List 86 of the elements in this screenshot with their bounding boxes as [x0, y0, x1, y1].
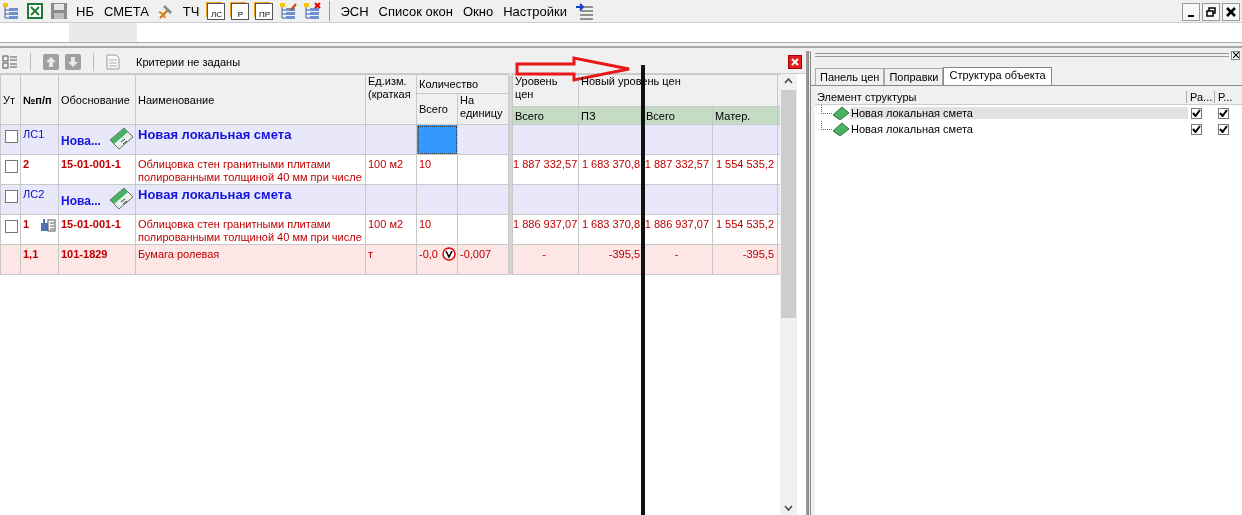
price-value: 1 683 370,8	[581, 158, 640, 170]
scroll-down-icon[interactable]	[784, 505, 793, 511]
unit-value: 100 м2	[368, 158, 404, 170]
unit-value: т	[368, 248, 374, 260]
menu-item[interactable]: ЭСН	[338, 3, 371, 19]
checkbox[interactable]	[1191, 107, 1202, 119]
checkbox[interactable]	[5, 160, 18, 173]
scroll-thumb[interactable]	[781, 90, 796, 318]
price-value: -395,5	[608, 248, 640, 260]
spreadsheet-icon[interactable]	[26, 2, 44, 20]
minimize-button[interactable]	[1182, 3, 1200, 21]
column-header[interactable]: Элемент структуры	[815, 90, 1186, 103]
row-number: ЛС2	[23, 188, 45, 200]
price-value: 1 683 370,8	[581, 218, 640, 230]
save-icon[interactable]	[50, 2, 68, 20]
item-name: Новая локальная смета	[138, 187, 292, 202]
scroll-up-icon[interactable]	[784, 78, 793, 84]
close-button[interactable]	[1231, 50, 1240, 60]
tree-delete-icon[interactable]	[303, 2, 322, 20]
menu-item[interactable]: Настройки	[501, 3, 569, 19]
checkbox[interactable]	[1218, 123, 1229, 135]
price-value: -395,5	[742, 248, 775, 260]
price-value: 1 554 535,2	[715, 158, 775, 170]
price-value: 1 886 937,07	[513, 218, 578, 230]
tree-icon[interactable]	[2, 2, 20, 20]
tab[interactable]: Поправки	[884, 68, 944, 85]
checkbox[interactable]	[5, 220, 18, 233]
price-value: 1 887 332,57	[513, 158, 578, 170]
basis-code: Нова...	[61, 194, 101, 208]
close-icon	[791, 58, 799, 66]
close-button[interactable]	[1222, 3, 1240, 21]
row-number: 1	[23, 218, 30, 230]
restore-button[interactable]	[1202, 3, 1220, 21]
book-icon	[832, 122, 850, 136]
quantity-value: 10	[419, 158, 432, 170]
tree-edit-icon[interactable]	[279, 2, 298, 20]
row-number: ЛС1	[23, 128, 45, 140]
item-name: Бумага ролевая	[138, 248, 220, 260]
minimize-icon	[1188, 15, 1194, 17]
tab[interactable]: Панель цен	[815, 68, 885, 85]
checkbox[interactable]	[5, 190, 18, 203]
hammer-icon[interactable]	[156, 2, 175, 20]
quantity-value: -0,007	[460, 248, 492, 260]
checkbox[interactable]	[1218, 107, 1229, 119]
column-header[interactable]: Ут	[3, 93, 18, 106]
price-value: 1 886 937,07	[644, 218, 709, 230]
basis-code: 15-01-001-1	[61, 218, 121, 230]
close-icon	[1226, 7, 1236, 17]
item-name: Облицовка стен гранитными плитами полированными толщиной 40 мм при числе	[138, 218, 362, 243]
book-icon	[108, 186, 134, 210]
filter-criteria: Критерии не заданы	[136, 56, 241, 68]
list-view-icon[interactable]	[2, 54, 18, 70]
item-name: Новая локальная смета	[138, 127, 292, 142]
unit-value: 100 м2	[368, 218, 404, 230]
book-icon	[108, 126, 134, 150]
menu-item[interactable]: Список окон	[376, 3, 455, 19]
document-button[interactable]: ПР	[255, 2, 274, 20]
price-value: 1 554 535,2	[715, 218, 775, 230]
row-number: 1,1	[23, 248, 39, 260]
item-name: Облицовка стен гранитными плитами полированными толщиной 40 мм при числе	[138, 158, 362, 183]
column-header[interactable]: Р...	[1214, 90, 1242, 103]
basis-code: Нова...	[61, 134, 101, 148]
restore-icon	[1206, 7, 1216, 17]
document-button[interactable]: Р	[231, 2, 250, 20]
column-header[interactable]: Ра...	[1186, 90, 1214, 103]
basis-code: 101-1829	[61, 248, 108, 260]
tree-item[interactable]: Новая локальная смета	[850, 123, 1188, 135]
close-icon	[1232, 52, 1239, 58]
tab[interactable]: Структура объекта	[943, 67, 1052, 85]
menu-item[interactable]: Окно	[460, 3, 496, 19]
menu-item[interactable]: ТЧ	[180, 3, 202, 19]
basis-code: 15-01-001-1	[61, 158, 121, 170]
menu-item[interactable]: НБ	[74, 3, 96, 19]
price-value: -	[674, 248, 679, 260]
menu-item[interactable]: СМЕТА	[101, 3, 151, 19]
tree-item[interactable]: Новая локальная смета	[850, 107, 1188, 119]
row-number: 2	[23, 158, 30, 170]
price-value: 1 887 332,57	[644, 158, 709, 170]
checkbox[interactable]	[5, 130, 18, 143]
document-button[interactable]: ЛС	[207, 2, 226, 20]
close-button[interactable]	[788, 55, 802, 69]
quantity-value: -0,0	[419, 248, 438, 260]
indent-icon[interactable]	[574, 2, 593, 20]
checkbox[interactable]	[1191, 123, 1202, 135]
price-value: -	[542, 248, 546, 260]
quantity-value: 10	[419, 218, 432, 230]
